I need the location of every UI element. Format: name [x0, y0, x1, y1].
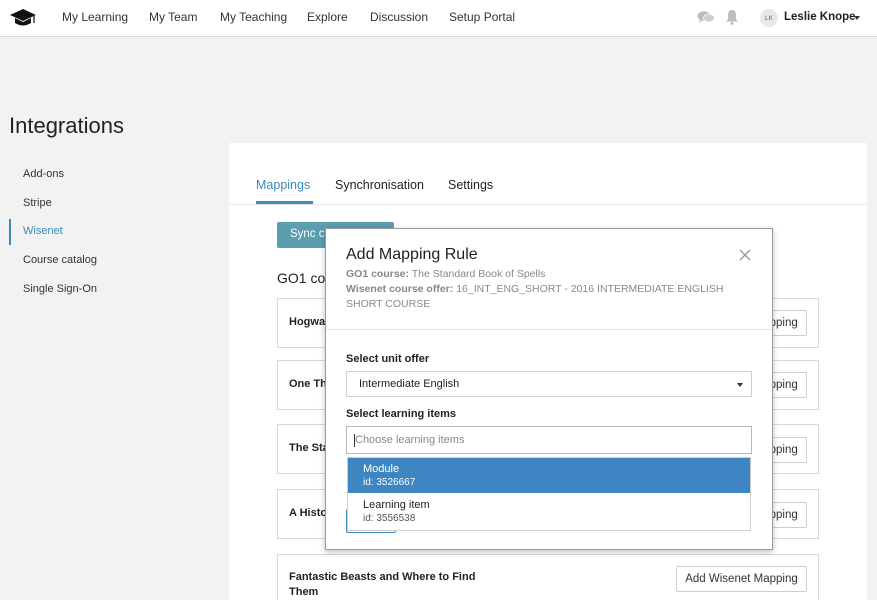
chat-bubbles-icon[interactable]: [697, 10, 715, 24]
nav-discussion[interactable]: Discussion: [370, 10, 428, 24]
tab-synchronisation[interactable]: Synchronisation: [335, 178, 424, 192]
dropdown-option[interactable]: Module id: 3526667: [348, 458, 750, 493]
sidebar-item-add-ons[interactable]: Add-ons: [23, 168, 64, 180]
learning-items-input[interactable]: Choose learning items: [346, 426, 752, 454]
wisenet-offer-info: Wisenet course offer: 16_INT_ENG_SHORT -…: [346, 282, 758, 312]
go1-course-value: The Standard Book of Spells: [411, 268, 546, 280]
option-id: id: 3556538: [363, 513, 416, 524]
add-wisenet-mapping-button[interactable]: Add Wisenet Mapping: [676, 566, 807, 592]
close-icon[interactable]: [737, 247, 753, 263]
nav-explore[interactable]: Explore: [307, 10, 348, 24]
chevron-down-icon: [737, 383, 743, 387]
text-cursor: [354, 434, 355, 447]
nav-my-teaching[interactable]: My Teaching: [220, 10, 287, 24]
modal-divider: [326, 329, 772, 330]
wisenet-offer-label: Wisenet course offer:: [346, 283, 454, 295]
tab-settings[interactable]: Settings: [448, 178, 493, 192]
user-name[interactable]: Leslie Knope: [784, 11, 856, 23]
modal-title: Add Mapping Rule: [346, 246, 478, 263]
go1-course-info: GO1 course: The Standard Book of Spells: [346, 267, 758, 282]
learning-items-dropdown: Module id: 3526667 Learning item id: 355…: [347, 457, 751, 531]
learning-items-label: Select learning items: [346, 408, 457, 420]
go1-course-label: GO1 course:: [346, 268, 410, 280]
sidebar-item-course-catalog[interactable]: Course catalog: [23, 254, 97, 266]
sidebar-item-stripe[interactable]: Stripe: [23, 197, 52, 209]
avatar[interactable]: LK: [760, 9, 778, 27]
unit-offer-label: Select unit offer: [346, 353, 430, 365]
course-row: Fantastic Beasts and Where to Find Them …: [277, 554, 819, 600]
option-name: Module: [363, 463, 400, 475]
add-mapping-rule-modal: Add Mapping Rule GO1 course: The Standar…: [325, 228, 773, 550]
tab-mappings[interactable]: Mappings: [256, 178, 310, 192]
top-navigation: My Learning My Team My Teaching Explore …: [0, 0, 877, 37]
sidebar-item-single-sign-on[interactable]: Single Sign-On: [23, 283, 97, 295]
dropdown-option[interactable]: Learning item id: 3556538: [348, 494, 750, 529]
option-name: Learning item: [363, 499, 430, 511]
sidebar-active-indicator: [9, 219, 11, 245]
nav-setup-portal[interactable]: Setup Portal: [449, 10, 515, 24]
learning-items-placeholder: Choose learning items: [355, 434, 465, 446]
bell-icon[interactable]: [725, 9, 739, 25]
page-title: Integrations: [9, 113, 124, 138]
nav-my-team[interactable]: My Team: [149, 10, 197, 24]
sidebar-item-wisenet[interactable]: Wisenet: [23, 225, 63, 237]
unit-offer-selected-value: Intermediate English: [359, 378, 460, 390]
graduation-cap-icon[interactable]: [9, 8, 37, 28]
unit-offer-select[interactable]: Intermediate English: [346, 371, 752, 397]
nav-my-learning[interactable]: My Learning: [62, 10, 128, 24]
option-id: id: 3526667: [363, 477, 416, 488]
course-name: Fantastic Beasts and Where to Find Them: [289, 571, 476, 598]
tabs-divider: [229, 204, 867, 205]
chevron-down-icon[interactable]: [854, 16, 860, 20]
